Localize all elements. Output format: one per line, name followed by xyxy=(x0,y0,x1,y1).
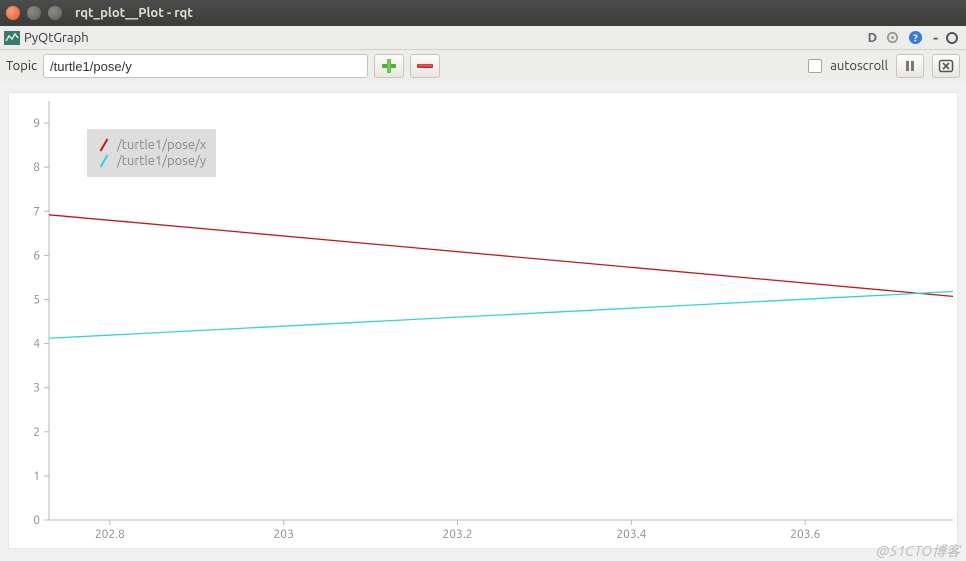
svg-text:203.4: 203.4 xyxy=(616,528,646,541)
minus-icon xyxy=(416,60,434,72)
svg-text:6: 6 xyxy=(33,249,40,262)
svg-text:2: 2 xyxy=(33,426,40,439)
svg-text:3: 3 xyxy=(33,382,40,395)
pause-button[interactable] xyxy=(896,54,924,78)
legend-label: /turtle1/pose/x xyxy=(117,138,206,152)
detach-icon[interactable]: - xyxy=(929,29,942,46)
svg-text:1: 1 xyxy=(33,470,40,483)
svg-text:0: 0 xyxy=(33,514,40,527)
window-titlebar: rqt_plot__Plot - rqt xyxy=(0,0,966,26)
collapse-icon[interactable] xyxy=(946,32,958,44)
remove-button[interactable] xyxy=(410,54,440,78)
legend[interactable]: /turtle1/pose/x /turtle1/pose/y xyxy=(87,129,216,177)
svg-text:8: 8 xyxy=(33,161,40,174)
topic-input[interactable] xyxy=(43,54,368,78)
add-button[interactable] xyxy=(374,54,404,78)
help-icon[interactable]: ? xyxy=(906,28,925,47)
svg-text:9: 9 xyxy=(33,117,40,130)
pause-icon xyxy=(903,59,917,73)
minimize-icon[interactable] xyxy=(27,6,41,20)
window-title: rqt_plot__Plot - rqt xyxy=(75,6,193,20)
clear-icon xyxy=(938,59,954,73)
plus-icon xyxy=(381,58,397,74)
d-icon[interactable]: D xyxy=(866,29,879,47)
autoscroll-label: autoscroll xyxy=(830,59,888,73)
plot-area[interactable]: 0 1 2 3 4 5 6 7 8 9 202.8 203 203.2 203.4 203.6 /turtl… xyxy=(8,92,958,549)
watermark: @51CTO博客 xyxy=(876,541,960,561)
svg-text:202.8: 202.8 xyxy=(95,528,125,541)
svg-text:7: 7 xyxy=(33,205,40,218)
gear-icon[interactable] xyxy=(883,28,902,47)
topic-toolbar: Topic autoscroll xyxy=(0,50,966,82)
legend-item: /turtle1/pose/x xyxy=(97,138,206,152)
menu-pyqtgraph[interactable]: PyQtGraph xyxy=(24,31,89,45)
menubar: PyQtGraph D ? - xyxy=(0,26,966,50)
legend-item: /turtle1/pose/y xyxy=(97,154,206,168)
svg-text:203.6: 203.6 xyxy=(790,528,820,541)
legend-swatch-icon xyxy=(100,154,109,167)
topic-label: Topic xyxy=(6,59,37,73)
pyqtgraph-icon xyxy=(4,31,20,45)
svg-text:5: 5 xyxy=(33,293,40,306)
svg-text:203.2: 203.2 xyxy=(443,528,473,541)
maximize-icon[interactable] xyxy=(48,6,62,20)
svg-text:203: 203 xyxy=(274,528,294,541)
legend-swatch-icon xyxy=(100,138,109,151)
autoscroll-checkbox[interactable] xyxy=(808,59,822,73)
legend-label: /turtle1/pose/y xyxy=(117,154,206,168)
clear-button[interactable] xyxy=(932,54,960,78)
close-icon[interactable] xyxy=(6,6,20,20)
svg-text:?: ? xyxy=(913,31,918,43)
svg-text:4: 4 xyxy=(33,338,40,351)
